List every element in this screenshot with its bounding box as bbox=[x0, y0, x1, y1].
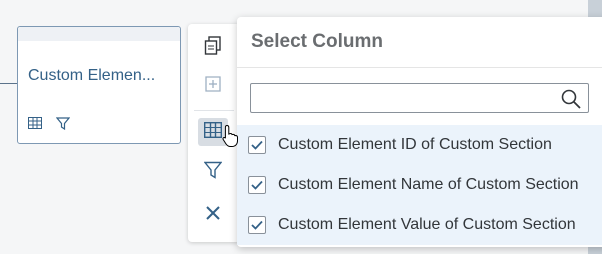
column-label: Custom Element Name of Custom Section bbox=[278, 176, 579, 193]
column-row-value[interactable]: Custom Element Value of Custom Section bbox=[237, 205, 602, 245]
filter-icon bbox=[203, 161, 223, 184]
add-icon bbox=[203, 74, 223, 99]
checkbox[interactable] bbox=[248, 176, 266, 194]
node-title[interactable]: Custom Elemen... bbox=[28, 67, 174, 85]
filter-button[interactable] bbox=[198, 158, 228, 186]
checkmark-icon bbox=[251, 180, 263, 190]
column-label: Custom Element ID of Custom Section bbox=[278, 136, 552, 153]
copy-icon bbox=[204, 35, 222, 61]
checkmark-icon bbox=[251, 220, 263, 230]
column-row-id[interactable]: Custom Element ID of Custom Section bbox=[237, 125, 602, 165]
checkbox[interactable] bbox=[248, 136, 266, 154]
entity-node[interactable]: Custom Elemen... bbox=[17, 26, 181, 144]
popover-title: Select Column bbox=[251, 31, 383, 52]
hand-cursor-icon bbox=[222, 124, 238, 147]
canvas: Custom Elemen... Select Column Custom El… bbox=[0, 0, 602, 254]
search-input[interactable] bbox=[257, 88, 551, 110]
node-icons bbox=[28, 117, 70, 130]
select-column-popover: Select Column Custom Element ID of Custo… bbox=[237, 17, 602, 247]
select-columns-icon bbox=[203, 121, 223, 143]
search-field[interactable] bbox=[250, 83, 589, 113]
connector-line bbox=[0, 83, 18, 84]
filter-icon[interactable] bbox=[56, 117, 70, 130]
column-label: Custom Element Value of Custom Section bbox=[278, 216, 576, 233]
node-header bbox=[18, 27, 180, 41]
checkmark-icon bbox=[251, 140, 263, 150]
column-list: Custom Element ID of Custom Section Cust… bbox=[237, 125, 602, 245]
search-icon[interactable] bbox=[560, 88, 582, 115]
add-button[interactable] bbox=[198, 72, 228, 100]
popover-divider bbox=[237, 67, 602, 68]
checkbox[interactable] bbox=[248, 216, 266, 234]
toolbar-separator bbox=[194, 110, 234, 111]
columns-icon[interactable] bbox=[28, 117, 42, 130]
copy-button[interactable] bbox=[198, 34, 228, 62]
column-row-name[interactable]: Custom Element Name of Custom Section bbox=[237, 165, 602, 205]
close-icon bbox=[205, 205, 221, 226]
close-button[interactable] bbox=[198, 201, 228, 229]
